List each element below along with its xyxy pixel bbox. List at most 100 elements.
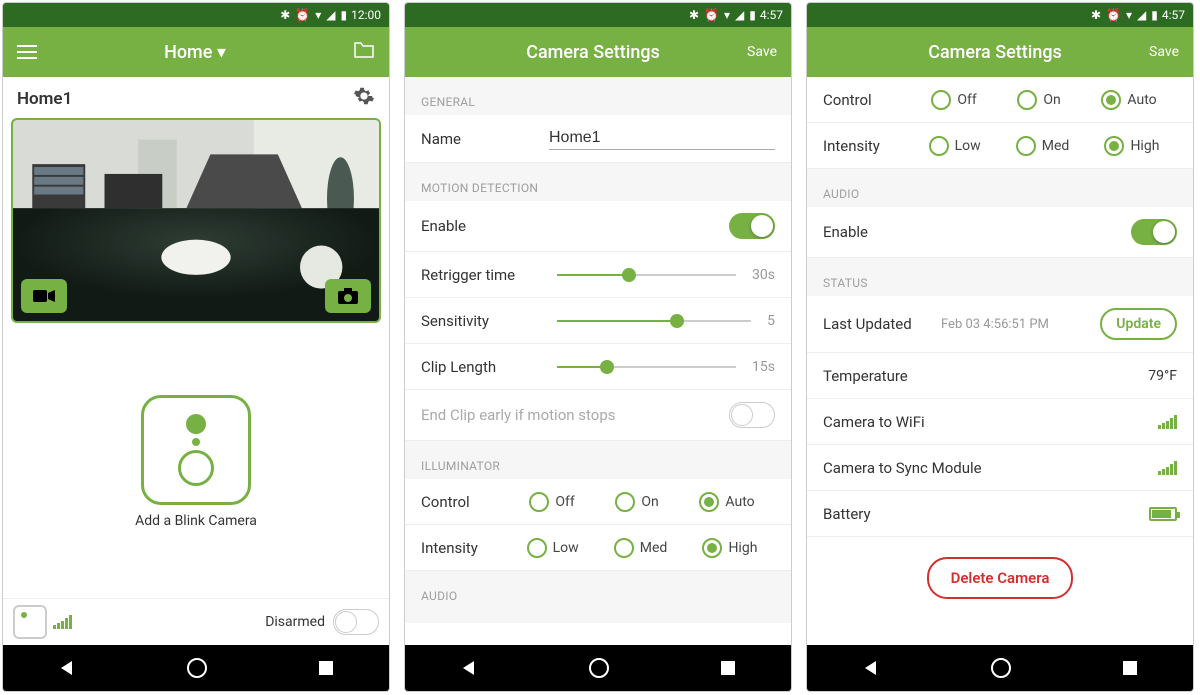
- section-audio: AUDIO: [807, 169, 1193, 207]
- armed-label: Disarmed: [265, 614, 325, 630]
- save-button[interactable]: Save: [747, 44, 777, 60]
- camera-preview-card[interactable]: [11, 118, 381, 323]
- last-updated-label: Last Updated: [823, 315, 933, 333]
- intensity-low[interactable]: Low: [527, 538, 579, 558]
- end-clip-label: End Clip early if motion stops: [421, 406, 721, 424]
- app-bar: Home ▾: [3, 27, 389, 77]
- temperature-label: Temperature: [823, 367, 1140, 385]
- screen-settings-1: ✱ ⏰ ▾ ◢ ▮ 4:57 Camera Settings Save GENE…: [404, 2, 792, 692]
- battery-level-icon: [1149, 507, 1177, 521]
- nav-back-icon[interactable]: [862, 659, 880, 677]
- battery-status-icon: ▮: [341, 8, 348, 22]
- nav-recent-icon[interactable]: [318, 660, 334, 676]
- sync-signal-icon: [1158, 461, 1177, 475]
- name-input[interactable]: [549, 127, 775, 150]
- screen-home: ✱ ⏰ ▾ ◢ ▮ 12:00 Home ▾ Home1: [2, 2, 390, 692]
- sensitivity-slider[interactable]: [557, 320, 751, 322]
- intensity-label: Intensity: [823, 137, 903, 155]
- alarm-icon: ⏰: [704, 8, 719, 22]
- name-label: Name: [421, 130, 541, 148]
- snapshot-button[interactable]: [325, 279, 371, 313]
- intensity-med[interactable]: Med: [1016, 136, 1070, 156]
- row-camera-sync: Camera to Sync Module: [807, 445, 1193, 491]
- control-auto[interactable]: Auto: [699, 492, 754, 512]
- row-audio-enable: Enable: [807, 207, 1193, 258]
- control-label: Control: [421, 493, 501, 511]
- row-temperature: Temperature 79°F: [807, 353, 1193, 399]
- save-button[interactable]: Save: [1149, 44, 1179, 60]
- intensity-low[interactable]: Low: [929, 136, 981, 156]
- intensity-high[interactable]: High: [702, 538, 757, 558]
- nav-home-icon[interactable]: [990, 657, 1012, 679]
- arm-toggle[interactable]: [333, 609, 379, 635]
- section-status: STATUS: [807, 258, 1193, 296]
- add-camera-label: Add a Blink Camera: [135, 513, 257, 529]
- cell-icon: ◢: [1137, 8, 1146, 22]
- row-intensity: Intensity Low Med High: [405, 525, 791, 571]
- control-off[interactable]: Off: [529, 492, 574, 512]
- sync-module-icon[interactable]: [13, 605, 47, 639]
- battery-status-icon: ▮: [749, 8, 756, 22]
- control-on[interactable]: On: [1017, 90, 1060, 110]
- nav-home-icon[interactable]: [588, 657, 610, 679]
- nav-back-icon[interactable]: [460, 659, 478, 677]
- folder-icon[interactable]: [353, 41, 375, 63]
- audio-enable-toggle[interactable]: [1131, 219, 1177, 245]
- nav-recent-icon[interactable]: [1122, 660, 1138, 676]
- intensity-label: Intensity: [421, 539, 501, 557]
- temperature-value: 79°F: [1148, 368, 1177, 384]
- bluetooth-icon: ✱: [1091, 8, 1101, 22]
- intensity-radio-group: Low Med High: [911, 136, 1177, 156]
- gear-icon[interactable]: [353, 85, 375, 112]
- section-motion: MOTION DETECTION: [405, 163, 791, 201]
- intensity-radio-group: Low Med High: [509, 538, 775, 558]
- row-intensity: Intensity Low Med High: [807, 123, 1193, 169]
- alarm-icon: ⏰: [295, 8, 310, 22]
- control-label: Control: [823, 91, 903, 109]
- motion-enable-toggle[interactable]: [729, 213, 775, 239]
- wifi-icon: ▾: [1126, 8, 1132, 22]
- page-title: Camera Settings: [526, 42, 660, 63]
- section-general: GENERAL: [405, 77, 791, 115]
- record-video-button[interactable]: [21, 279, 67, 313]
- app-bar: Camera Settings Save: [807, 27, 1193, 77]
- wifi-signal-icon: [1158, 415, 1177, 429]
- row-camera-wifi: Camera to WiFi: [807, 399, 1193, 445]
- status-time: 12:00: [351, 8, 381, 22]
- nav-back-icon[interactable]: [58, 659, 76, 677]
- delete-camera-button[interactable]: Delete Camera: [927, 557, 1074, 599]
- android-status-bar: ✱ ⏰ ▾ ◢ ▮ 4:57: [807, 3, 1193, 27]
- page-title: Camera Settings: [928, 42, 1062, 63]
- cell-icon: ◢: [735, 8, 744, 22]
- control-auto[interactable]: Auto: [1101, 90, 1156, 110]
- retrigger-slider[interactable]: [557, 274, 736, 276]
- nav-recent-icon[interactable]: [720, 660, 736, 676]
- row-clip-length: Clip Length 15s: [405, 344, 791, 390]
- status-icons: ✱ ⏰ ▾ ◢ ▮: [1091, 8, 1158, 22]
- row-end-clip: End Clip early if motion stops: [405, 390, 791, 441]
- sensitivity-label: Sensitivity: [421, 312, 541, 330]
- screen-settings-2: ✱ ⏰ ▾ ◢ ▮ 4:57 Camera Settings Save Cont…: [806, 2, 1194, 692]
- control-on[interactable]: On: [615, 492, 658, 512]
- nav-home-icon[interactable]: [186, 657, 208, 679]
- wifi-icon: ▾: [724, 8, 730, 22]
- row-motion-enable: Enable: [405, 201, 791, 252]
- clip-label: Clip Length: [421, 358, 541, 376]
- app-title[interactable]: Home ▾: [164, 42, 226, 63]
- alarm-icon: ⏰: [1106, 8, 1121, 22]
- enable-label: Enable: [421, 217, 541, 235]
- menu-icon[interactable]: [17, 45, 37, 59]
- add-camera-block[interactable]: Add a Blink Camera: [3, 325, 389, 598]
- device-header: Home1: [3, 77, 389, 116]
- intensity-med[interactable]: Med: [614, 538, 668, 558]
- control-off[interactable]: Off: [931, 90, 976, 110]
- clip-length-slider[interactable]: [557, 366, 736, 368]
- intensity-high[interactable]: High: [1104, 136, 1159, 156]
- section-illuminator: ILLUMINATOR: [405, 441, 791, 479]
- row-sensitivity: Sensitivity 5: [405, 298, 791, 344]
- update-button[interactable]: Update: [1100, 308, 1177, 340]
- add-camera-icon: [141, 395, 251, 505]
- row-name: Name: [405, 115, 791, 163]
- row-battery: Battery: [807, 491, 1193, 537]
- end-clip-toggle[interactable]: [729, 402, 775, 428]
